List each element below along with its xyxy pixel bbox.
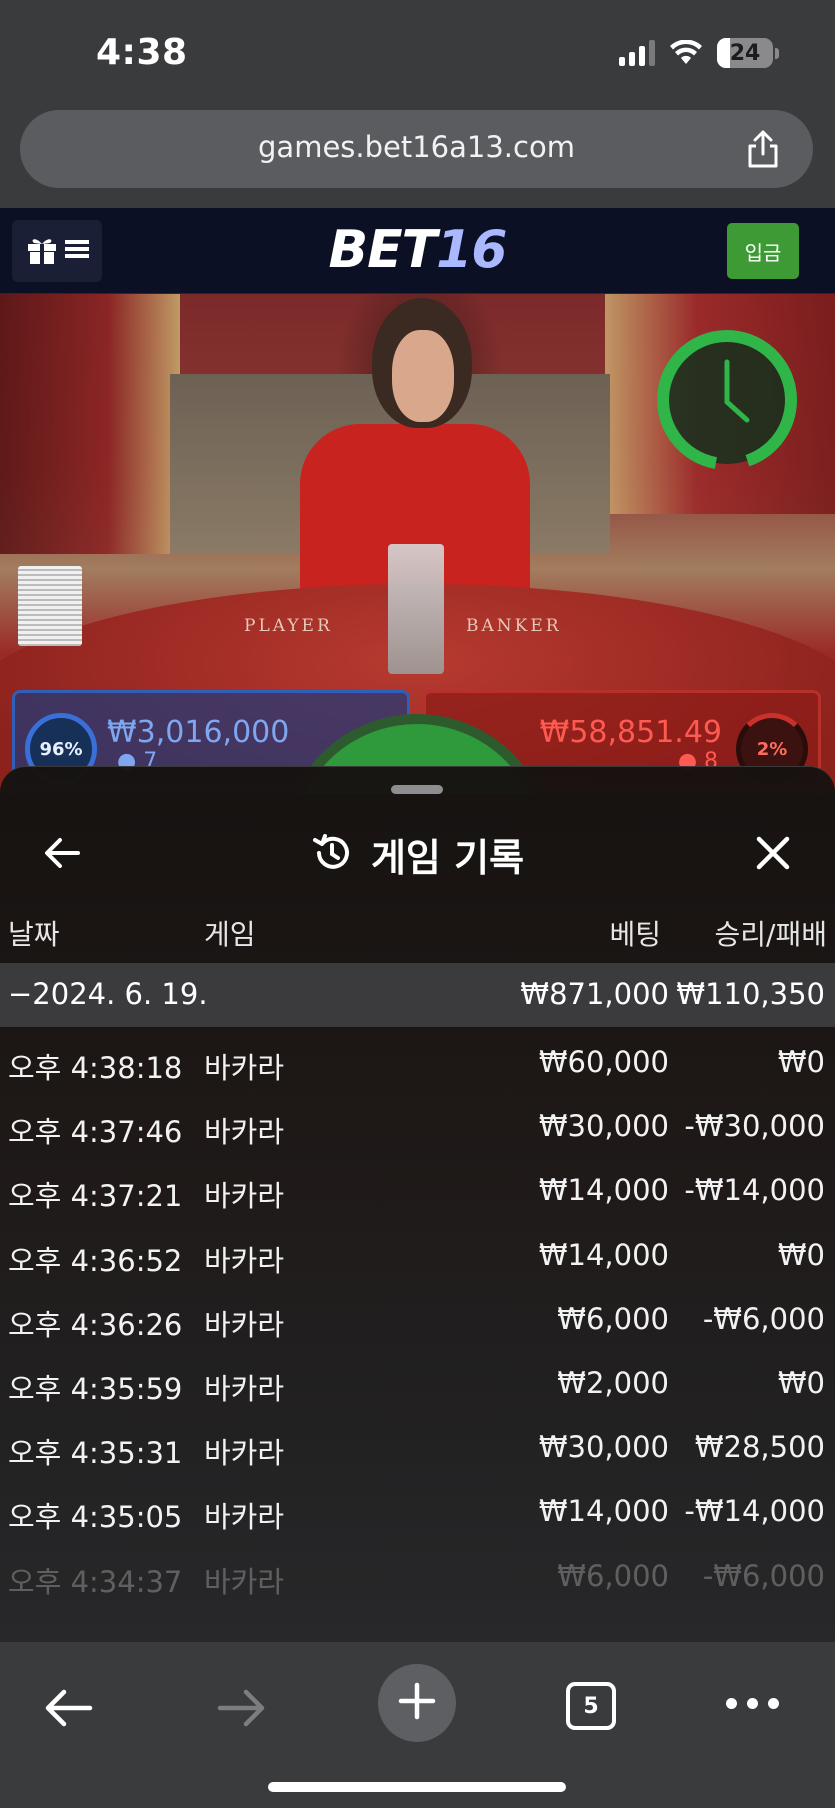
row-game: 바카라 [204, 1051, 285, 1085]
history-icon [311, 832, 353, 878]
card-shoe [388, 544, 444, 674]
row-bet: ₩14,000 [538, 1173, 669, 1208]
row-time: 오후 4:36:26 [8, 1307, 183, 1342]
site-header: BET16 입금 [0, 208, 835, 294]
row-game: 바카라 [204, 1307, 285, 1342]
deposit-button[interactable]: 입금 [727, 223, 799, 279]
row-bet: ₩6,000 [557, 1301, 669, 1336]
wifi-icon [669, 40, 703, 66]
row-time: 오후 4:38:18 [8, 1051, 183, 1085]
address-bar[interactable]: games.bet16a13.com [20, 110, 813, 188]
group-bet-total: ₩871,000 [520, 977, 669, 1011]
share-icon[interactable] [743, 128, 783, 174]
battery-level: 24 [729, 40, 761, 66]
browser-forward-button[interactable] [216, 1686, 268, 1734]
close-button[interactable] [751, 831, 795, 875]
home-indicator[interactable] [268, 1782, 566, 1792]
table-row[interactable]: 오후 4:37:21 바카라 ₩14,000 -₩14,000 [0, 1157, 835, 1221]
arrow-left-icon [42, 1689, 94, 1734]
row-game: 바카라 [204, 1371, 285, 1406]
table-row[interactable]: 오후 4:35:31 바카라 ₩30,000 ₩28,500 [0, 1414, 835, 1478]
column-game: 게임 [204, 918, 256, 951]
row-game: 바카라 [204, 1115, 285, 1150]
sheet-title: 게임 기록 [0, 827, 835, 882]
row-winloss: -₩14,000 [684, 1173, 825, 1208]
signal-icon [619, 40, 655, 66]
browser-toolbar: 5 [0, 1642, 835, 1808]
row-bet: ₩6,000 [557, 1558, 669, 1593]
row-time: 오후 4:35:31 [8, 1436, 183, 1471]
row-time: 오후 4:35:05 [8, 1500, 183, 1535]
row-game: 바카라 [204, 1243, 285, 1278]
row-winloss: ₩0 [777, 1045, 825, 1079]
row-winloss: ₩28,500 [694, 1430, 825, 1465]
row-game: 바카라 [204, 1500, 285, 1535]
table-row[interactable]: 오후 4:36:26 바카라 ₩6,000 -₩6,000 [0, 1286, 835, 1350]
table-row[interactable]: 오후 4:36:52 바카라 ₩14,000 ₩0 [0, 1222, 835, 1286]
plus-icon [397, 1681, 437, 1725]
table-row[interactable]: 오후 4:34:37 바카라 ₩6,000 -₩6,000 [0, 1543, 835, 1607]
row-bet: ₩2,000 [557, 1365, 669, 1400]
group-date: −2024. 6. 19. [8, 977, 208, 1011]
column-bet: 베팅 [609, 918, 661, 951]
clock-icon [655, 328, 799, 472]
status-icons: 24 [619, 38, 779, 68]
browser-back-button[interactable] [42, 1686, 94, 1734]
row-game: 바카라 [204, 1436, 285, 1471]
new-tab-button[interactable] [378, 1664, 456, 1742]
row-bet: ₩60,000 [538, 1045, 669, 1079]
table-header: 날짜 게임 베팅 승리/패배 [0, 909, 835, 959]
row-winloss: -₩14,000 [684, 1494, 825, 1529]
banker-bet-amount: ₩58,851.49 [539, 715, 722, 750]
row-winloss: ₩0 [777, 1237, 825, 1272]
row-winloss: ₩0 [777, 1365, 825, 1400]
row-bet: ₩30,000 [538, 1430, 669, 1465]
group-winloss-total: ₩110,350 [676, 977, 825, 1011]
row-bet: ₩14,000 [538, 1494, 669, 1529]
game-history-sheet: 게임 기록 날짜 게임 베팅 승리/패배 −2024. 6. 19. ₩871,… [0, 766, 835, 1642]
row-time: 오후 4:37:46 [8, 1115, 183, 1150]
history-title: 게임 기록 [370, 836, 525, 880]
card-stack [18, 566, 82, 646]
row-bet: ₩30,000 [538, 1109, 669, 1144]
table-player-label: PLAYER [244, 616, 333, 636]
url-text: games.bet16a13.com [258, 130, 575, 164]
table-banker-label: BANKER [466, 616, 562, 636]
row-bet: ₩14,000 [538, 1237, 669, 1272]
date-group-row[interactable]: −2024. 6. 19. ₩871,000 ₩110,350 [0, 963, 835, 1027]
table-row[interactable]: 오후 4:35:05 바카라 ₩14,000 -₩14,000 [0, 1478, 835, 1542]
table-row[interactable]: 오후 4:38:18 바카라 ₩60,000 ₩0 [0, 1029, 835, 1093]
sheet-header: 게임 기록 [0, 807, 835, 897]
row-winloss: -₩6,000 [702, 1301, 825, 1336]
row-winloss: -₩6,000 [702, 1558, 825, 1593]
column-date: 날짜 [8, 918, 60, 951]
row-game: 바카라 [204, 1179, 285, 1214]
table-row[interactable]: 오후 4:35:59 바카라 ₩2,000 ₩0 [0, 1350, 835, 1414]
history-rows: 오후 4:38:18 바카라 ₩60,000 ₩0 오후 4:37:46 바카라 ₩30,… [0, 1029, 835, 1607]
row-time: 오후 4:36:52 [8, 1243, 183, 1278]
sheet-grabber[interactable] [391, 785, 443, 794]
row-time: 오후 4:37:21 [8, 1179, 183, 1214]
arrow-right-icon [216, 1689, 268, 1734]
browser-top-bar: games.bet16a13.com [0, 108, 835, 208]
more-icon[interactable] [726, 1698, 779, 1709]
live-dealer-video: PLAYER BANKER 96% ₩3,016,000 ● 7 2% ₩58,… [0, 294, 835, 794]
battery-icon: 24 [717, 38, 773, 68]
column-winloss: 승리/패배 [714, 918, 827, 951]
row-winloss: -₩30,000 [684, 1109, 825, 1144]
row-time: 오후 4:34:37 [8, 1564, 183, 1599]
row-game: 바카라 [204, 1564, 285, 1599]
row-time: 오후 4:35:59 [8, 1371, 183, 1406]
table-row[interactable]: 오후 4:37:46 바카라 ₩30,000 -₩30,000 [0, 1093, 835, 1157]
tabs-button[interactable]: 5 [566, 1682, 616, 1730]
site-logo[interactable]: BET16 [0, 220, 835, 280]
status-time: 4:38 [96, 32, 188, 73]
status-bar: 4:38 24 [0, 0, 835, 108]
player-bet-amount: ₩3,016,000 [107, 715, 290, 750]
